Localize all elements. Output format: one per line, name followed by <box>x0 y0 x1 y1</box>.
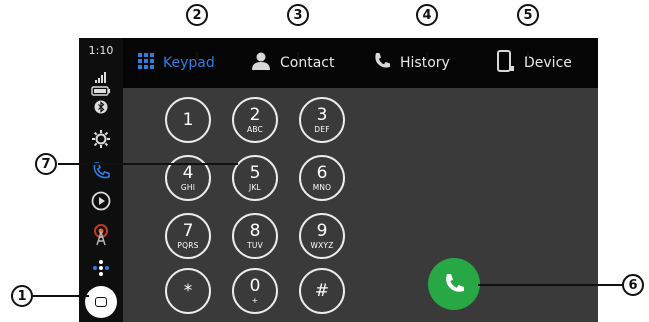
home-button[interactable] <box>85 286 117 318</box>
callout-3: 3 <box>287 4 309 26</box>
callout-2: 2 <box>186 4 208 26</box>
keypad-key-digit: 2 <box>249 104 261 125</box>
keypad-key-digit: 3 <box>316 104 328 125</box>
keypad-key-letters: WXYZ <box>310 240 334 250</box>
keypad-key-letters: JKL <box>249 182 261 192</box>
home-square-icon <box>95 297 107 307</box>
keypad-key-digit: 5 <box>249 162 261 183</box>
keypad-key-letters: PQRS <box>177 240 199 250</box>
bluetooth-icon <box>86 94 116 120</box>
callout-7-leader <box>58 163 238 165</box>
keypad-key-letters: MNO <box>312 182 332 192</box>
tab-device-label: Device <box>524 55 572 71</box>
status-time: 1:10 <box>88 44 114 57</box>
keypad-key[interactable]: 5 JKL <box>232 155 278 201</box>
keypad-key-digit: * <box>183 280 193 301</box>
callout-5: 5 <box>517 4 539 26</box>
callout-1: 1 <box>11 285 33 307</box>
keypad-key[interactable]: 6 MNO <box>299 155 345 201</box>
radio-tower-icon[interactable] <box>86 222 116 248</box>
keypad-key-letters: DEF <box>314 124 330 134</box>
callout-4-leader <box>426 52 428 60</box>
callout-6: 6 <box>622 274 644 296</box>
call-handset-icon <box>446 274 464 292</box>
media-play-icon[interactable] <box>86 188 116 214</box>
tab-history-label: History <box>400 55 450 71</box>
keypad-key-letters: TUV <box>247 240 263 250</box>
phone-handset-icon <box>372 51 392 75</box>
keypad-key[interactable]: # <box>299 268 345 314</box>
brightness-icon[interactable] <box>86 126 116 152</box>
keypad-key-digit: 7 <box>182 220 194 241</box>
callout-4: 4 <box>416 4 438 26</box>
keypad-key[interactable]: 1 <box>165 97 211 143</box>
tab-keypad-label: Keypad <box>163 55 215 71</box>
keypad-key[interactable]: 9 WXYZ <box>299 213 345 259</box>
tab-contact-label: Contact <box>280 55 335 71</box>
callout-5-leader <box>527 52 529 60</box>
keypad-key-letters: ABC <box>247 124 263 134</box>
callout-6-leader <box>478 284 622 286</box>
person-icon <box>250 52 272 74</box>
keypad-key[interactable]: * <box>165 268 211 314</box>
keypad-key[interactable]: 7 PQRS <box>165 213 211 259</box>
keypad-key-digit: 1 <box>182 109 194 130</box>
tab-keypad[interactable]: Keypad <box>137 38 215 88</box>
keypad-grid-icon <box>137 52 155 74</box>
keypad-key-digit: 0 <box>249 275 261 296</box>
keypad-key-digit: # <box>314 280 330 301</box>
callout-1-leader <box>33 295 89 297</box>
app-launcher-icon[interactable] <box>86 256 116 282</box>
keypad-key-digit: 4 <box>182 162 194 183</box>
keypad-key-digit: 8 <box>249 220 261 241</box>
keypad-key-digit: 6 <box>316 162 328 183</box>
keypad-key[interactable]: 0 + <box>232 268 278 314</box>
callout-2-leader <box>196 52 198 60</box>
tab-contact[interactable]: Contact <box>250 38 334 88</box>
tab-history[interactable]: History <box>372 38 450 88</box>
keypad-key[interactable]: 8 TUV <box>232 213 278 259</box>
keypad-key-letters: + <box>251 295 259 305</box>
keypad-key-letters: GHI <box>180 182 196 192</box>
keypad-key[interactable]: 2 ABC <box>232 97 278 143</box>
callout-7: 7 <box>35 153 57 175</box>
keypad-key[interactable]: 3 DEF <box>299 97 345 143</box>
phone-app-icon[interactable] <box>86 158 116 184</box>
callout-3-leader <box>297 52 299 60</box>
phone-device-icon <box>496 50 516 76</box>
keypad-key[interactable]: 4 GHI <box>165 155 211 201</box>
keypad-key-digit: 9 <box>316 220 328 241</box>
tab-device[interactable]: Device <box>496 38 572 88</box>
call-button[interactable] <box>428 258 480 310</box>
